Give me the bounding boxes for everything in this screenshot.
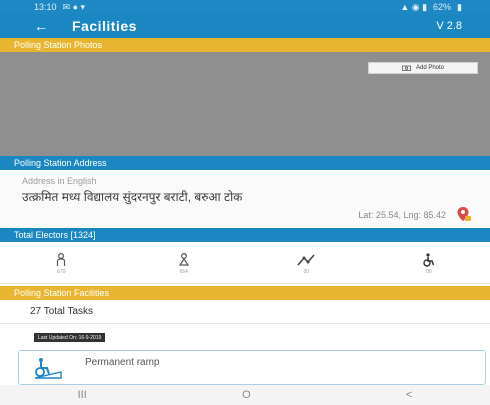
add-photo-label: Add Photo bbox=[415, 65, 445, 71]
disabled-person-icon bbox=[423, 252, 434, 267]
elector-male: 670 bbox=[21, 252, 101, 275]
address-hindi: उत्क्रमित मध्य विद्यालय सुंदरनपुर बराटी,… bbox=[22, 190, 243, 204]
female-count: 654 bbox=[179, 268, 188, 275]
facility-item[interactable]: Permanent ramp bbox=[18, 350, 486, 385]
electors-row: 670 654 00 00 bbox=[0, 244, 490, 284]
female-icon bbox=[178, 252, 189, 266]
lat-lng: Lat: 25.54, Lng: 85.42 bbox=[358, 210, 446, 220]
address-panel: Address in English उत्क्रमित मध्य विद्या… bbox=[0, 170, 490, 228]
camera-icon bbox=[402, 65, 411, 71]
system-nav-bar: III O < bbox=[0, 385, 490, 405]
facilities-section-header: Polling Station Facilities bbox=[0, 286, 490, 300]
add-photo-button[interactable]: Add Photo bbox=[368, 62, 478, 74]
photo-area: Add Photo bbox=[0, 52, 490, 156]
third-gender-count: 00 bbox=[303, 268, 310, 275]
map-pin-icon[interactable] bbox=[456, 206, 472, 222]
notification-icons: ✉ ● ▾ bbox=[62, 1, 86, 12]
last-updated-badge: Last Updated On: 16-9-2019 bbox=[34, 333, 106, 342]
disabled-count: 00 bbox=[425, 268, 432, 275]
elector-third-gender: 00 bbox=[266, 253, 346, 275]
back-button[interactable]: < bbox=[406, 389, 412, 401]
page-title: Facilities bbox=[72, 18, 137, 34]
app-version: V 2.8 bbox=[436, 20, 462, 32]
back-arrow-icon[interactable]: ← bbox=[34, 18, 56, 34]
address-english-label: Address in English bbox=[22, 176, 97, 186]
elector-female: 654 bbox=[144, 252, 224, 275]
status-right: ▲ ◉ ▮ 62% ▮ bbox=[400, 2, 462, 13]
app-bar: ← Facilities V 2.8 bbox=[0, 14, 490, 38]
status-left: 13:10 ✉ ● ▾ bbox=[34, 2, 85, 13]
recents-button[interactable]: III bbox=[78, 389, 87, 401]
home-button[interactable]: O bbox=[242, 389, 251, 401]
total-tasks: 27 Total Tasks bbox=[0, 300, 490, 324]
male-count: 670 bbox=[57, 268, 66, 275]
wheelchair-ramp-icon bbox=[34, 357, 62, 379]
photos-section-header: Polling Station Photos bbox=[0, 38, 490, 52]
signal-icon: ▲ ◉ ▮ bbox=[400, 1, 428, 12]
status-time: 13:10 bbox=[34, 2, 57, 12]
address-section-header: Polling Station Address bbox=[0, 156, 490, 170]
electors-section-header: Total Electors [1324] bbox=[0, 228, 490, 242]
status-bar: 13:10 ✉ ● ▾ ▲ ◉ ▮ 62% ▮ bbox=[0, 0, 490, 14]
battery-level: 62% bbox=[433, 2, 452, 12]
male-icon bbox=[57, 252, 66, 266]
facility-label: Permanent ramp bbox=[85, 357, 160, 368]
battery-icon: ▮ bbox=[457, 1, 462, 12]
third-gender-icon bbox=[297, 253, 315, 266]
elector-disabled: 00 bbox=[389, 252, 469, 275]
